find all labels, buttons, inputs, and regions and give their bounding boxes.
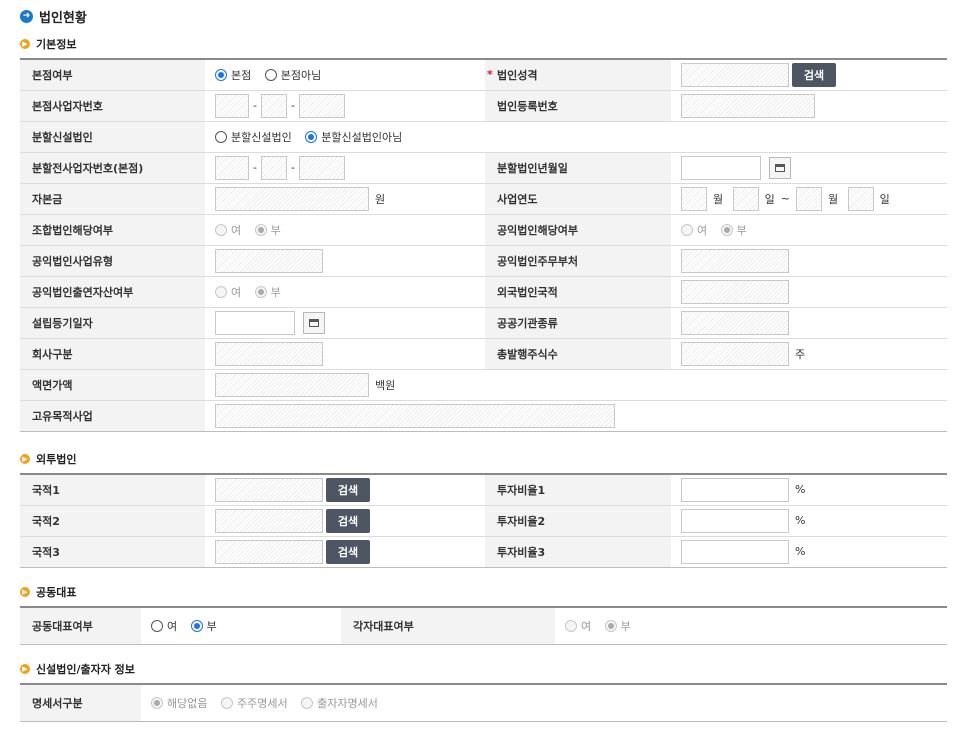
joint-rep-label: 공동대표여부 xyxy=(20,607,141,644)
pre-split-bizno-part1[interactable] xyxy=(215,155,249,180)
joint-rep-table: 공동대표여부 여 부 각자대표여부 여 부 xyxy=(20,606,947,645)
hq-radio-yes[interactable]: 본점 xyxy=(215,67,251,83)
foreign-country-3-search-button[interactable]: 검색 xyxy=(326,539,370,564)
spec-radio-investor[interactable]: 출자자명세서 xyxy=(301,695,378,711)
foreign-country-1-label: 국적1 xyxy=(20,474,205,506)
section-bullet-icon: ▶ xyxy=(20,454,30,464)
foreign-country-1-search-button[interactable]: 검색 xyxy=(326,477,370,502)
split-date-label: 분할법인년월일 xyxy=(485,152,671,184)
corp-type-label: 법인성격 xyxy=(485,59,671,91)
invest-ratio-1-label: 투자비율1 xyxy=(485,474,671,506)
newcorp-table: 명세서구분 해당없음 주주명세서 출자자명세서 xyxy=(20,683,947,722)
public-corp-label: 공익법인해당여부 xyxy=(485,214,671,246)
corp-type-input[interactable] xyxy=(681,62,789,87)
foreign-country-2-label: 국적2 xyxy=(20,505,205,537)
hq-bizno-label: 본점사업자번호 xyxy=(20,90,205,122)
pre-split-bizno-part2[interactable] xyxy=(260,155,287,180)
par-value-input[interactable] xyxy=(215,372,369,397)
each-rep-label: 각자대표여부 xyxy=(341,607,555,644)
corp-type-search-button[interactable]: 검색 xyxy=(792,62,836,87)
invest-ratio-1-input[interactable] xyxy=(681,477,789,502)
total-shares-label: 총발행주식수 xyxy=(485,338,671,370)
invest-ratio-3-input[interactable] xyxy=(681,539,789,564)
split-radio-no[interactable]: 분할신설법인아님 xyxy=(305,129,402,145)
public-invest-radio-no[interactable]: 부 xyxy=(254,284,281,300)
public-ministry-input[interactable] xyxy=(681,248,789,273)
total-shares-input[interactable] xyxy=(681,341,789,366)
hq-bizno-part3[interactable] xyxy=(298,93,345,118)
foreign-country-2-search-button[interactable]: 검색 xyxy=(326,508,370,533)
spec-type-label: 명세서구분 xyxy=(20,684,141,721)
public-invest-radio-yes[interactable]: 여 xyxy=(215,284,241,300)
section-joint-title: ▶ 공동대표 xyxy=(20,584,76,600)
foreign-invest-table: 국적1 검색 투자비율1 % 국적2 검색 투자비율2 % 국적3 검색 투자비… xyxy=(20,473,947,568)
fiscal-end-day-input[interactable] xyxy=(847,186,874,211)
spec-radio-none[interactable]: 해당없음 xyxy=(151,695,207,711)
public-inst-input[interactable] xyxy=(681,310,789,335)
foreign-country-label: 외국법인국적 xyxy=(485,276,671,308)
each-rep-radio-no[interactable]: 부 xyxy=(604,618,631,634)
capital-input[interactable] xyxy=(215,186,369,211)
fiscal-year-label: 사업연도 xyxy=(485,183,671,215)
split-date-input[interactable] xyxy=(681,155,761,180)
arrow-circle-icon: ➜ xyxy=(20,9,33,23)
spec-radio-shareholder[interactable]: 주주명세서 xyxy=(220,695,288,711)
reg-date-input[interactable] xyxy=(215,310,295,335)
pre-split-bizno-label: 분할전사업자번호(본점) xyxy=(20,152,205,184)
invest-ratio-2-input[interactable] xyxy=(681,508,789,533)
foreign-country-3-input[interactable] xyxy=(215,539,323,564)
public-invest-label: 공익법인출연자산여부 xyxy=(20,276,205,308)
section-newcorp-title: ▶ 신설법인/출자자 정보 xyxy=(20,661,135,677)
hq-bizno-part2[interactable] xyxy=(260,93,287,118)
section-foreign-title: ▶ 외투법인 xyxy=(20,451,76,467)
public-radio-yes[interactable]: 여 xyxy=(681,222,707,238)
hq-radio-no[interactable]: 본점아님 xyxy=(264,67,321,83)
fiscal-start-month-input[interactable] xyxy=(681,186,707,211)
page-title: ➜ 법인현황 xyxy=(20,6,87,26)
foreign-country-3-label: 국적3 xyxy=(20,536,205,567)
joint-rep-radio-yes[interactable]: 여 xyxy=(151,618,177,634)
capital-label: 자본금 xyxy=(20,183,205,215)
foreign-country-input[interactable] xyxy=(681,279,789,304)
calendar-icon[interactable] xyxy=(769,156,791,179)
company-div-input[interactable] xyxy=(215,341,323,366)
each-rep-radio-yes[interactable]: 여 xyxy=(565,618,591,634)
public-radio-no[interactable]: 부 xyxy=(720,222,747,238)
section-bullet-icon: ▶ xyxy=(20,39,30,49)
invest-ratio-3-label: 투자비율3 xyxy=(485,536,671,567)
company-div-label: 회사구분 xyxy=(20,338,205,370)
invest-ratio-2-label: 투자비율2 xyxy=(485,505,671,537)
foreign-country-1-input[interactable] xyxy=(215,477,323,502)
union-radio-yes[interactable]: 여 xyxy=(215,222,241,238)
union-radio-no[interactable]: 부 xyxy=(254,222,281,238)
purpose-label: 고유목적사업 xyxy=(20,400,205,431)
union-corp-label: 조합법인해당여부 xyxy=(20,214,205,246)
fiscal-end-month-input[interactable] xyxy=(795,186,822,211)
fiscal-start-day-input[interactable] xyxy=(732,186,759,211)
reg-date-label: 설립등기일자 xyxy=(20,307,205,339)
public-biz-type-label: 공익법인사업유형 xyxy=(20,245,205,277)
section-bullet-icon: ▶ xyxy=(20,587,30,597)
foreign-country-2-input[interactable] xyxy=(215,508,323,533)
hq-label: 본점여부 xyxy=(20,59,205,91)
public-inst-label: 공공기관종류 xyxy=(485,307,671,339)
joint-rep-radio-no[interactable]: 부 xyxy=(190,618,217,634)
page-title-text: 법인현황 xyxy=(39,10,87,26)
pre-split-bizno-part3[interactable] xyxy=(298,155,345,180)
par-value-label: 액면가액 xyxy=(20,369,205,401)
corp-regno-input[interactable] xyxy=(681,93,815,118)
purpose-input[interactable] xyxy=(215,403,615,428)
calendar-icon[interactable] xyxy=(303,311,325,334)
section-bullet-icon: ▶ xyxy=(20,664,30,674)
corp-regno-label: 법인등록번호 xyxy=(485,90,671,122)
basic-info-table: 본점여부 본점 본점아님 법인성격 검색 본점사업자번호 -- 법인등록번호 분… xyxy=(20,58,947,432)
public-ministry-label: 공익법인주무부처 xyxy=(485,245,671,277)
split-label: 분할신설법인 xyxy=(20,121,205,153)
split-radio-yes[interactable]: 분할신설법인 xyxy=(215,129,292,145)
section-basic-title: ▶ 기본정보 xyxy=(20,36,76,52)
hq-bizno-part1[interactable] xyxy=(215,93,249,118)
public-biz-type-input[interactable] xyxy=(215,248,323,273)
